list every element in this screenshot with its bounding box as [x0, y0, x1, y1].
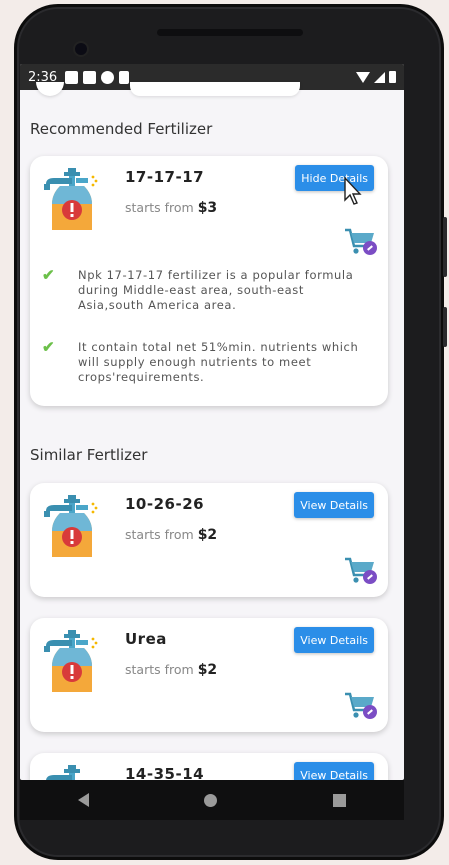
- fertilizer-sprayer-icon: [44, 630, 98, 692]
- search-bar[interactable]: [130, 82, 300, 96]
- product-name: Urea: [125, 630, 167, 648]
- fertilizer-sprayer-icon: [46, 765, 80, 780]
- notification-icon: [83, 70, 97, 84]
- view-details-button[interactable]: View Details: [294, 627, 374, 653]
- detail-text: It contain total net 51%min. nutrients w…: [78, 340, 359, 384]
- price-row: starts from $2: [125, 662, 217, 678]
- check-icon: ✔: [42, 339, 55, 356]
- back-icon[interactable]: [77, 793, 89, 807]
- add-to-cart-icon[interactable]: [344, 690, 378, 722]
- detail-text: Npk 17-17-17 fertilizer is a popular for…: [78, 268, 354, 312]
- price-row: starts from $2: [125, 527, 217, 543]
- price-value: $3: [197, 200, 218, 216]
- front-camera: [75, 43, 87, 55]
- product-name: 17-17-17: [125, 168, 205, 186]
- price-row: starts from $3: [125, 200, 217, 216]
- product-card[interactable]: 14-35-14 View Details: [30, 753, 388, 780]
- detail-bullet: ✔ Npk 17-17-17 fertilizer is a popular f…: [42, 267, 372, 313]
- price-value: $2: [197, 527, 218, 543]
- app-screen: 2:36 Recommended Fertilizer 17-17-17 sta…: [20, 64, 404, 780]
- power-button: [443, 307, 447, 347]
- battery-icon: [389, 71, 396, 83]
- price-prefix: starts from: [125, 200, 194, 215]
- mouse-cursor-icon: [344, 176, 362, 205]
- check-icon: ✔: [42, 267, 55, 284]
- sd-card-icon: [119, 70, 130, 84]
- wifi-icon: [356, 71, 370, 83]
- detail-bullet: ✔ It contain total net 51%min. nutrients…: [42, 339, 372, 385]
- add-to-cart-icon[interactable]: [344, 555, 378, 587]
- system-nav-bar: [20, 780, 404, 820]
- product-card[interactable]: Urea starts from $2 View Details: [30, 618, 388, 732]
- home-icon[interactable]: [204, 793, 218, 807]
- back-button[interactable]: [36, 82, 64, 96]
- product-card[interactable]: 10-26-26 starts from $2 View Details: [30, 483, 388, 597]
- add-to-cart-icon[interactable]: [344, 226, 378, 258]
- signal-icon: [374, 71, 385, 83]
- price-value: $2: [197, 662, 218, 678]
- sync-icon: [101, 70, 115, 84]
- notification-icon: [65, 70, 79, 84]
- fertilizer-sprayer-icon: [44, 495, 98, 557]
- speaker-grille: [157, 29, 303, 36]
- recommended-title: Recommended Fertilizer: [30, 120, 213, 138]
- similar-title: Similar Fertlizer: [30, 446, 148, 464]
- view-details-button[interactable]: View Details: [294, 762, 374, 780]
- price-prefix: starts from: [125, 527, 194, 542]
- view-details-button[interactable]: View Details: [294, 492, 374, 518]
- product-name: 10-26-26: [125, 495, 205, 513]
- recommended-card[interactable]: 17-17-17 starts from $3 Hide Details ✔ N…: [30, 156, 388, 406]
- fertilizer-sprayer-icon: [44, 168, 98, 230]
- price-prefix: starts from: [125, 662, 194, 677]
- volume-button: [443, 217, 447, 277]
- product-name: 14-35-14: [125, 765, 205, 780]
- recent-apps-icon[interactable]: [333, 793, 347, 807]
